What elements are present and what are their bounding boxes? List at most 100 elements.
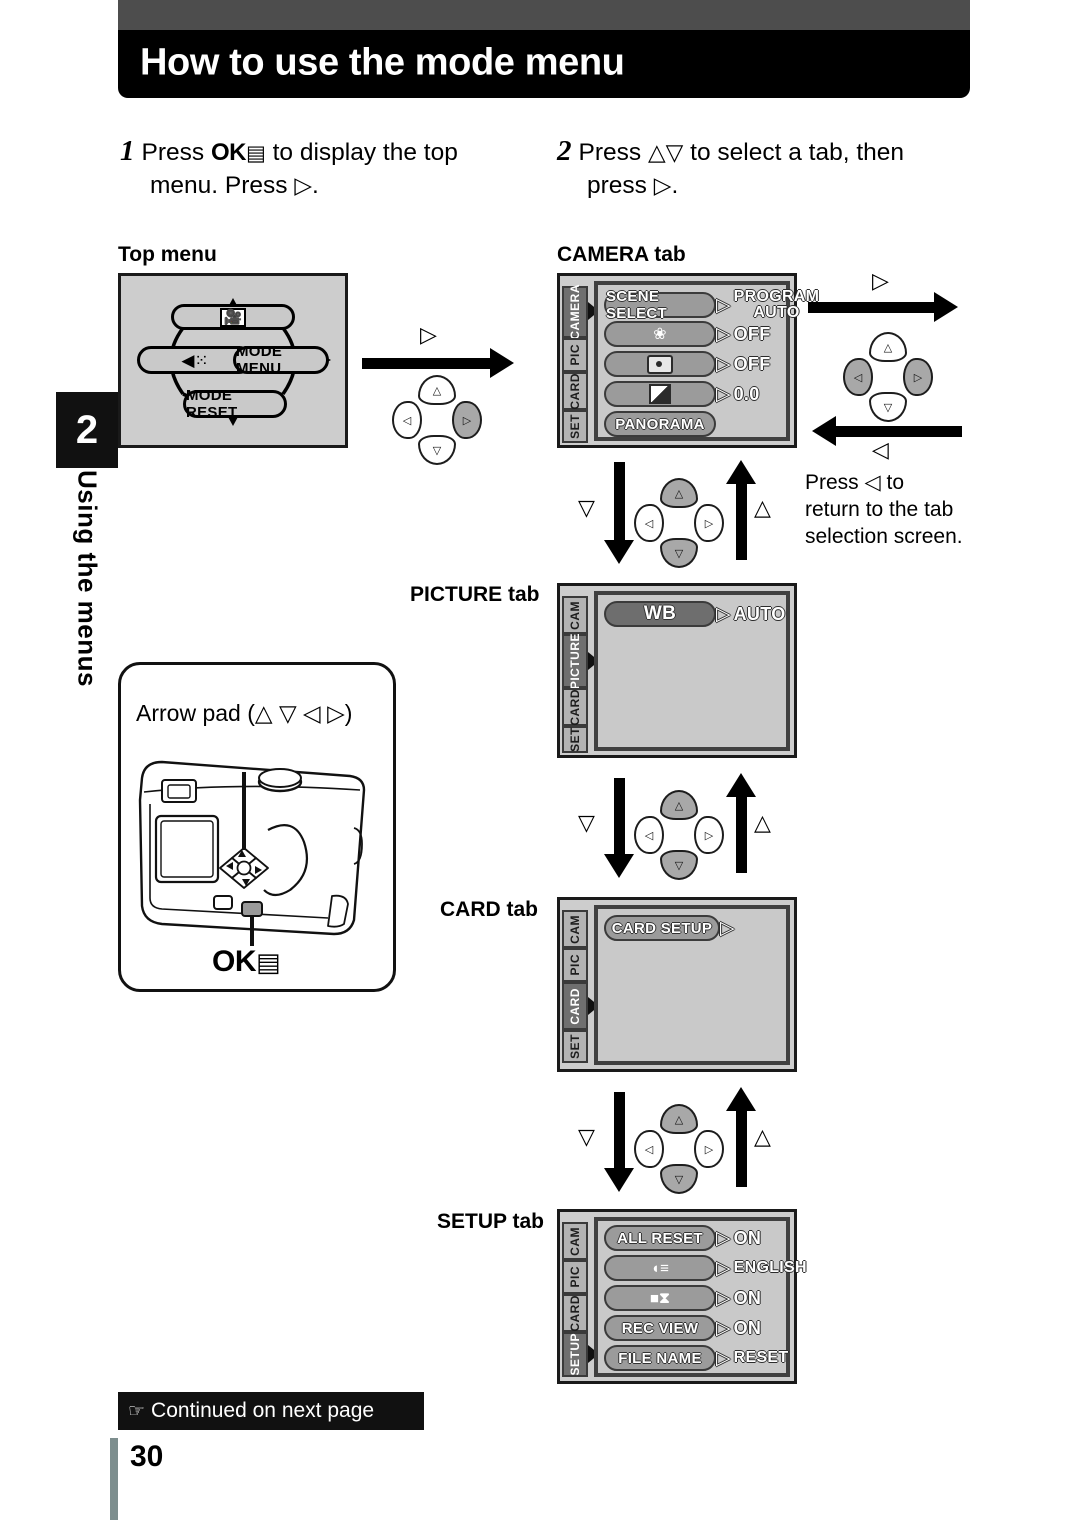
card-row-card-setup[interactable]: CARD SETUP ▷ [604, 915, 735, 941]
camera-row-spot-value: OFF [733, 354, 771, 374]
chapter-number-box: 2 [56, 392, 118, 468]
camera-tab-screen: CAMERA PIC CARD SET SCENE SELECT ▷ PROGR… [557, 273, 819, 448]
camera-row-exposure[interactable]: ▷ 0.0 [604, 381, 760, 407]
top-menu-item-mode-menu[interactable]: MODE MENU [233, 343, 329, 377]
pad-right-key[interactable]: ▷ [694, 504, 724, 542]
pad-right-key[interactable]: ▷ [694, 816, 724, 854]
movie-icon: 🎥 [219, 307, 247, 327]
setup-row-all-reset-value: ON [733, 1228, 762, 1248]
flow-arrow-up-1-label: △ [754, 495, 771, 520]
value-arrow-icon: ▷ [716, 294, 731, 316]
sidetab-card[interactable]: CARD [562, 372, 588, 410]
top-menu-screen: 🎥 ◀⁙ MODE MENU MODE RESET [118, 273, 348, 448]
step-2-line2-text: press [587, 172, 647, 200]
pad-up-key[interactable]: △ [660, 478, 698, 508]
pad-left-key[interactable]: ◁ [392, 401, 422, 439]
pad-down-key[interactable]: ▽ [869, 392, 907, 422]
continued-banner: ☞ Continued on next page [118, 1392, 424, 1430]
setup-row-language[interactable]: ◖≡ ▷ ENGLISH [604, 1255, 807, 1281]
setup-row-beep[interactable]: ■⧗ ▷ ON [604, 1285, 761, 1311]
pad-up-key[interactable]: △ [660, 1104, 698, 1134]
top-menu-item-mode-reset[interactable]: MODE RESET [183, 387, 287, 421]
pad-up-key[interactable]: △ [869, 332, 907, 362]
camera-row-spot[interactable]: ▷ OFF [604, 351, 771, 377]
camera-row-macro[interactable]: ❀ ▷ OFF [604, 321, 771, 347]
sidetab-card[interactable]: CARD [562, 688, 588, 726]
camera-row-scene-select[interactable]: SCENE SELECT ▷ PROGRAM AUTO [604, 288, 820, 322]
pad-right-key[interactable]: ▷ [694, 1130, 724, 1168]
picture-tab-screen: CAM PICTURE CARD SET WB ▷ AUTO [557, 583, 797, 758]
pad-left-key[interactable]: ◁ [634, 1130, 664, 1168]
setup-row-rec-view[interactable]: REC VIEW ▷ ON [604, 1315, 761, 1341]
picture-row-wb[interactable]: WB ▷ AUTO [604, 601, 786, 627]
pad-up-key[interactable]: △ [418, 375, 456, 405]
flow-arrow-right-2 [808, 292, 958, 322]
sidetab-camera[interactable]: CAMERA [562, 284, 588, 340]
step-2-text-b: to select a tab, then [690, 139, 905, 166]
pad-down-key[interactable]: ▽ [660, 1164, 698, 1194]
right-arrow-glyph: ▷ [653, 172, 672, 199]
sidetab-pic[interactable]: PIC [562, 338, 588, 372]
chapter-label: Using the menus [72, 470, 103, 687]
camera-tab-sidetabs: CAMERA PIC CARD SET [560, 276, 599, 445]
camera-row-panorama[interactable]: PANORAMA [604, 411, 716, 437]
sidetab-set[interactable]: SET [562, 1030, 588, 1063]
pad-up-key[interactable]: △ [660, 790, 698, 820]
pad-left-key[interactable]: ◁ [634, 504, 664, 542]
flash-drive-icon: ◀⁙ [181, 350, 209, 370]
camera-tab-caption: CAMERA tab [557, 243, 686, 266]
value-arrow-icon: ▷ [716, 1287, 731, 1309]
menu-list-icon: ▤ [245, 142, 266, 165]
sidetab-set[interactable]: SET [562, 726, 588, 753]
sidetab-pic[interactable]: PIC [562, 948, 588, 982]
page-number-rule [110, 1438, 118, 1520]
pad-down-key[interactable]: ▽ [660, 850, 698, 880]
return-note: Press ◁ to return to the tab selection s… [805, 471, 963, 548]
setup-row-all-reset[interactable]: ALL RESET ▷ ON [604, 1225, 761, 1251]
picture-tab-panel: WB ▷ AUTO [594, 591, 790, 751]
setup-tab-caption: SETUP tab [437, 1210, 544, 1233]
pad-right-key[interactable]: ▷ [903, 358, 933, 396]
sidetab-cam[interactable]: CAM [562, 1222, 588, 1260]
top-menu-item-movie[interactable]: 🎥 [171, 304, 295, 330]
setup-row-rec-view-value: ON [733, 1318, 762, 1338]
pad-left-key[interactable]: ◁ [634, 816, 664, 854]
value-arrow-icon: ▷ [716, 603, 731, 625]
sidetab-set[interactable]: SET [562, 410, 588, 443]
page-number: 30 [130, 1440, 164, 1473]
sidetab-pic[interactable]: PIC [562, 1260, 588, 1294]
setup-row-beep-value: ON [733, 1288, 762, 1308]
pad-left-key[interactable]: ◁ [843, 358, 873, 396]
step-1-line2-text: menu. Press [150, 172, 288, 200]
camera-row-scene-select-value: PROGRAM AUTO [733, 288, 820, 321]
step-2-text-a: Press [578, 139, 642, 166]
down-arrow-glyph: ▽ [665, 139, 684, 165]
arrow-pad-diagram-4: △ ▽ ◁ ▷ [634, 790, 724, 880]
exposure-compensation-icon [649, 384, 671, 404]
setup-row-file-name[interactable]: FILE NAME ▷ RESET [604, 1345, 788, 1371]
macro-tulip-icon: ❀ [653, 326, 667, 343]
sidetab-cam[interactable]: CAM [562, 910, 588, 948]
sidetab-picture[interactable]: PICTURE [562, 633, 588, 689]
setup-tab-sidetabs: CAM PIC CARD SETUP [560, 1212, 599, 1381]
flow-arrow-left-label: ◁ [872, 437, 889, 462]
step-2-number: 2 [557, 135, 572, 167]
flow-arrow-down-3-label: ▽ [578, 1124, 595, 1149]
sidetab-cam[interactable]: CAM [562, 596, 588, 634]
sidetab-card[interactable]: CARD [562, 1294, 588, 1332]
flow-arrow-down-1 [604, 462, 634, 564]
sidetab-card[interactable]: CARD [562, 982, 588, 1030]
sidetab-setup[interactable]: SETUP [562, 1332, 588, 1377]
value-arrow-icon: ▷ [716, 1227, 731, 1249]
pad-down-key[interactable]: ▽ [418, 435, 456, 465]
flow-arrow-right-1 [362, 348, 514, 378]
flow-arrow-down-3 [604, 1092, 634, 1192]
camera-tab-panel: SCENE SELECT ▷ PROGRAM AUTO ❀ ▷ OFF ▷ OFF… [594, 281, 819, 441]
camera-body-illustration [138, 760, 366, 946]
step-1-text-b: to display the top [272, 139, 458, 166]
pad-down-key[interactable]: ▽ [660, 538, 698, 568]
menu-list-icon: ▤ [256, 947, 281, 977]
pointing-hand-icon: ☞ [128, 1400, 146, 1422]
right-arrow-glyph: ▷ [294, 172, 313, 199]
pad-right-key[interactable]: ▷ [452, 401, 482, 439]
